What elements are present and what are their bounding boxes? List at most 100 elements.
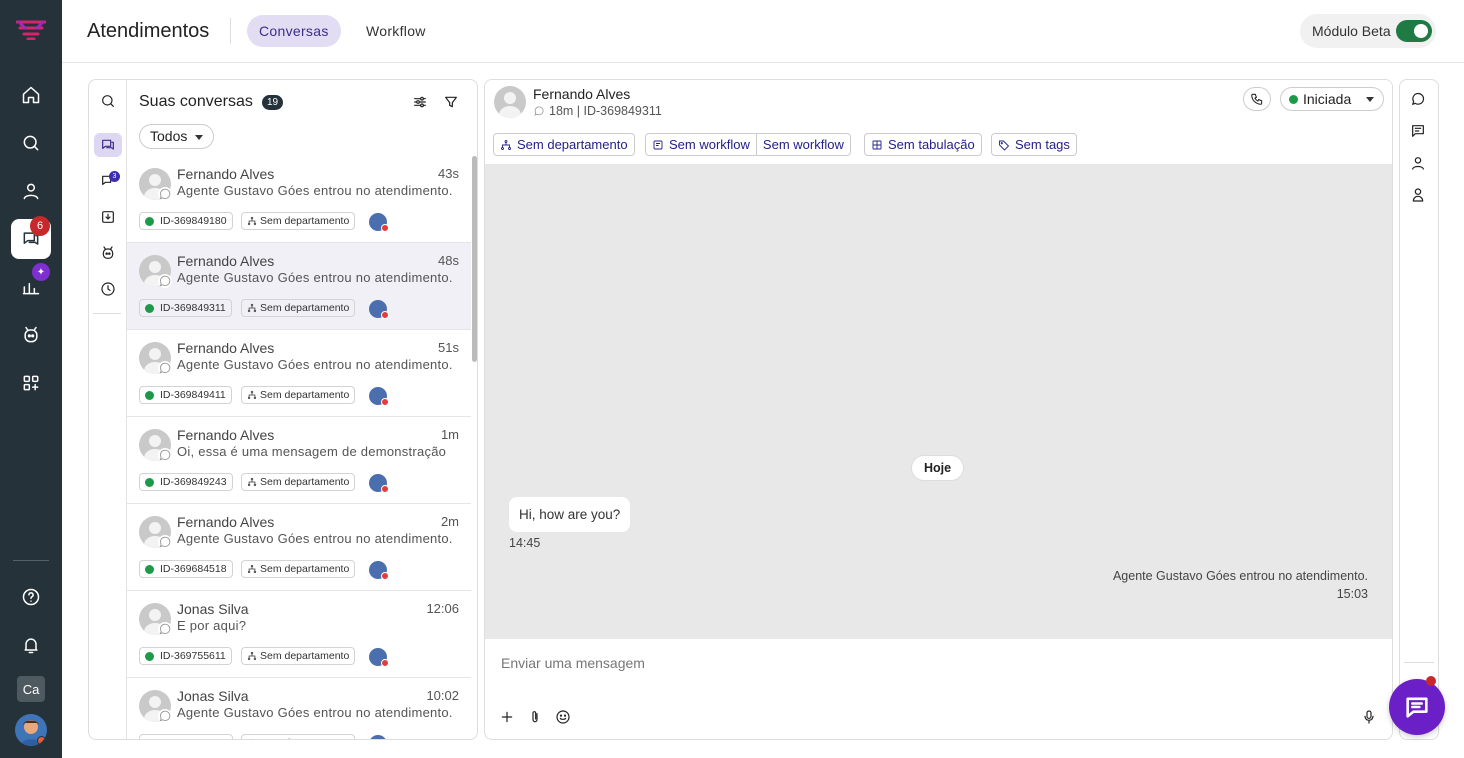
- department-icon: [501, 139, 511, 150]
- conversation-item[interactable]: Fernando Alves 48s Agente Gustavo Góes ent…: [127, 243, 471, 330]
- status-dot: [145, 390, 154, 400]
- call-button[interactable]: [1243, 87, 1271, 111]
- new-feature-badge: ✦: [32, 263, 50, 281]
- system-message-time: 15:03: [1336, 587, 1368, 601]
- list-icons-divider: [93, 313, 121, 314]
- conversation-item[interactable]: Fernando Alves 43s Agente Gustavo Góes ent…: [127, 156, 471, 243]
- contact-info-icon[interactable]: [1410, 155, 1428, 173]
- bell-icon[interactable]: [11, 625, 51, 665]
- conversation-id-chip: ID-369684518: [139, 560, 233, 578]
- conversation-time: 12:06: [426, 601, 459, 616]
- microphone-icon[interactable]: [1361, 709, 1379, 727]
- conversation-id-chip: ID-369755610: [139, 734, 233, 739]
- agent-avatar: [369, 735, 387, 739]
- conversation-preview: Agente Gustavo Góes entrou no atendiment…: [177, 357, 453, 372]
- conversation-item[interactable]: Jonas Silva 10:02 Agente Gustavo Góes entr…: [127, 678, 471, 739]
- tabulation-button[interactable]: Sem tabulação: [864, 133, 982, 156]
- details-divider: [1404, 662, 1434, 663]
- contacts-icon[interactable]: [11, 171, 51, 211]
- department-icon: [247, 477, 257, 487]
- conversation-time: 51s: [438, 340, 459, 355]
- conversation-time: 2m: [440, 514, 459, 529]
- conversation-item[interactable]: Jonas Silva 12:06 E por aqui? ID-369755611 S…: [127, 591, 471, 678]
- conversation-id: ID-369849243: [160, 476, 227, 488]
- department-chip: Sem departamento: [241, 473, 356, 491]
- conversation-time: 43s: [438, 166, 459, 181]
- beta-toggle-switch[interactable]: [1396, 20, 1432, 42]
- user-avatar[interactable]: [15, 714, 47, 746]
- help-icon[interactable]: [11, 577, 51, 617]
- whatsapp-icon: [158, 187, 172, 201]
- status-dot: [145, 477, 154, 487]
- conversation-filter-select[interactable]: Todos: [139, 124, 215, 149]
- tags-label: Sem tags: [1015, 137, 1070, 152]
- conversation-preview: E por aqui?: [177, 618, 247, 633]
- message-input[interactable]: [501, 655, 1201, 671]
- agent-icon[interactable]: [1410, 187, 1428, 205]
- workflow-button[interactable]: Sem workflow Sem workflow: [645, 133, 851, 156]
- list-scrollbar[interactable]: [472, 156, 477, 362]
- chevron-down-icon: [1366, 97, 1374, 102]
- beta-module-label: Módulo Beta: [1312, 23, 1391, 39]
- archive-icon[interactable]: [94, 205, 122, 229]
- app-logo[interactable]: [16, 18, 46, 40]
- conversation-preview: Agente Gustavo Góes entrou no atendiment…: [177, 705, 453, 720]
- search-icon[interactable]: [11, 123, 51, 163]
- department-icon: [251, 738, 253, 739]
- filter-icon[interactable]: [443, 94, 461, 112]
- filter-select-value: Todos: [150, 128, 188, 144]
- bot-icon[interactable]: [11, 315, 51, 355]
- history-icon[interactable]: [94, 277, 122, 301]
- department-label: Sem departamento: [260, 389, 350, 401]
- whatsapp-icon: [533, 105, 545, 117]
- chat-subtitle: 18m | ID-369849311: [533, 104, 662, 118]
- my-conversations-icon[interactable]: [94, 133, 122, 157]
- status-select[interactable]: Iniciada: [1280, 87, 1384, 111]
- contact-name[interactable]: Fernando Alves: [533, 86, 630, 102]
- tags-button[interactable]: Sem tags: [991, 133, 1077, 156]
- conversation-preview: Oi, essa é uma mensagem de demonstração: [177, 444, 447, 459]
- attachment-icon[interactable]: [527, 709, 545, 727]
- apps-icon[interactable]: [11, 363, 51, 403]
- conversation-id: ID-369755610: [160, 735, 227, 739]
- department-label: Sem departamento: [260, 650, 350, 662]
- conversation-item[interactable]: Fernando Alves 1m Oi, essa é uma mensagem …: [127, 417, 471, 504]
- contact-avatar[interactable]: [494, 86, 526, 118]
- beta-module-toggle[interactable]: Módulo Beta: [1300, 14, 1436, 48]
- conversation-id-chip: ID-369849311: [139, 299, 232, 317]
- sort-settings-icon[interactable]: [412, 94, 430, 112]
- home-icon[interactable]: [11, 75, 51, 115]
- conversation-id-chip: ID-369849411: [139, 386, 232, 404]
- incoming-message-bubble: Hi, how are you?: [509, 497, 631, 532]
- whatsapp-icon: [158, 709, 172, 723]
- search-icon[interactable]: [94, 89, 122, 113]
- workflow-step-button[interactable]: Sem workflow: [755, 134, 850, 155]
- chat-duration-id: 18m | ID-369849311: [549, 104, 662, 118]
- department-chip: Sem departamento: [241, 647, 356, 665]
- conversation-id: ID-369849180: [160, 215, 227, 227]
- workspace-badge[interactable]: Ca: [17, 676, 45, 702]
- support-chat-button[interactable]: [1389, 676, 1445, 735]
- plus-icon[interactable]: [499, 709, 517, 727]
- department-button[interactable]: Sem departamento: [493, 133, 635, 156]
- whatsapp-chat-icon[interactable]: [1410, 91, 1428, 109]
- department-icon: [247, 390, 257, 400]
- emoji-icon[interactable]: [555, 709, 573, 727]
- conversation-item[interactable]: Fernando Alves 51s Agente Gustavo Góes ent…: [127, 330, 471, 417]
- status-dot: [145, 651, 154, 661]
- department-label: Sem departamento: [260, 563, 350, 575]
- message-composer: [485, 639, 1392, 739]
- conversation-name: Fernando Alves: [177, 253, 275, 269]
- tab-conversas[interactable]: Conversas: [247, 15, 341, 47]
- agent-avatar: [369, 474, 389, 493]
- notes-icon[interactable]: [1410, 123, 1428, 141]
- bot-icon[interactable]: [94, 241, 122, 265]
- details-sidebar: [1399, 79, 1439, 740]
- whatsapp-icon: [158, 274, 172, 288]
- department-icon: [247, 303, 257, 313]
- conversation-preview: Agente Gustavo Góes entrou no atendiment…: [177, 531, 453, 546]
- department-label: Sem departamento: [517, 137, 628, 152]
- tab-workflow[interactable]: Workflow: [354, 15, 438, 47]
- conversation-item[interactable]: Fernando Alves 2m Agente Gustavo Góes entr…: [127, 504, 471, 591]
- page-title: Atendimentos: [87, 20, 210, 42]
